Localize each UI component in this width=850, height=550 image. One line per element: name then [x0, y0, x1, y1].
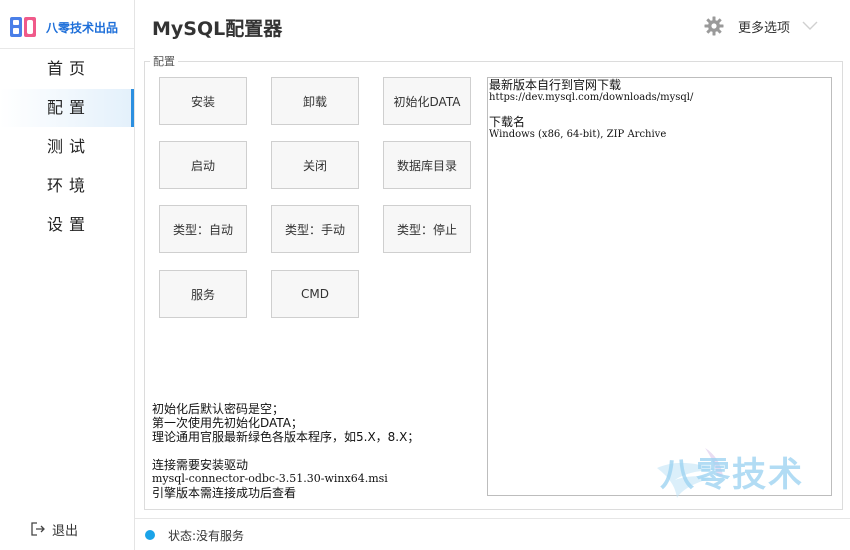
info-line: https://dev.mysql.com/downloads/mysql/ [489, 92, 694, 103]
init-data-button[interactable]: 初始化DATA [383, 77, 471, 125]
status-dot-icon [145, 530, 155, 540]
type-disabled-button[interactable]: 类型：停止 [383, 205, 471, 253]
note-line: 第一次使用先初始化DATA； [152, 416, 303, 430]
brand-logo-icon [10, 17, 36, 37]
uninstall-button[interactable]: 卸载 [271, 77, 359, 125]
note-line: 初始化后默认密码是空； [152, 402, 285, 416]
watermark-text: 八零技术 [660, 455, 804, 495]
more-options-label: 更多选项 [738, 20, 791, 36]
nav-item-config[interactable]: 配置 [0, 89, 134, 127]
info-line: Windows (x86, 64-bit), ZIP Archive [489, 129, 667, 140]
gear-icon [704, 16, 724, 36]
sidebar: 八零技术出品 首页 配置 测试 环境 设置 退出 [0, 0, 135, 550]
note-line: mysql-connector-odbc-3.51.30-winx64.msi [152, 472, 388, 485]
nav-item-env[interactable]: 环境 [0, 167, 134, 205]
brand-divider [0, 48, 134, 49]
notes: 初始化后默认密码是空； 第一次使用先初始化DATA； 理论通用官服最新绿色各版本… [152, 402, 482, 500]
nav-item-home[interactable]: 首页 [0, 50, 134, 88]
start-button[interactable]: 启动 [159, 141, 247, 189]
stop-button[interactable]: 关闭 [271, 141, 359, 189]
info-line: 下载名 [489, 115, 526, 129]
type-auto-button[interactable]: 类型：自动 [159, 205, 247, 253]
logout-label: 退出 [52, 523, 79, 539]
note-line: 理论通用官服最新绿色各版本程序，如5.X，8.X； [152, 430, 420, 444]
cmd-button[interactable]: CMD [271, 270, 359, 318]
install-button[interactable]: 安装 [159, 77, 247, 125]
nav-item-test[interactable]: 测试 [0, 128, 134, 166]
info-textarea[interactable]: 最新版本自行到官网下载 https://dev.mysql.com/downlo… [487, 77, 832, 496]
data-dir-button[interactable]: 数据库目录 [383, 141, 471, 189]
chevron-down-icon [802, 21, 818, 30]
note-line: 连接需要安装驱动 [152, 458, 249, 472]
type-manual-button[interactable]: 类型：手动 [271, 205, 359, 253]
status-text: 状态:没有服务 [168, 529, 245, 543]
logout-button[interactable]: 退出 [30, 518, 78, 540]
service-button[interactable]: 服务 [159, 270, 247, 318]
brand-name: 八零技术出品 [46, 20, 119, 35]
info-line: 最新版本自行到官网下载 [489, 78, 622, 92]
logout-icon [31, 522, 45, 536]
nav-item-settings[interactable]: 设置 [0, 206, 134, 244]
note-line: 引擎版本需连接成功后查看 [152, 486, 297, 500]
page-title: MySQL配置器 [152, 18, 283, 40]
brand: 八零技术出品 [10, 14, 118, 40]
config-group-title: 配置 [150, 53, 178, 69]
more-options-button[interactable]: 更多选项 [704, 14, 818, 38]
status-bar: 状态:没有服务 [135, 518, 850, 550]
